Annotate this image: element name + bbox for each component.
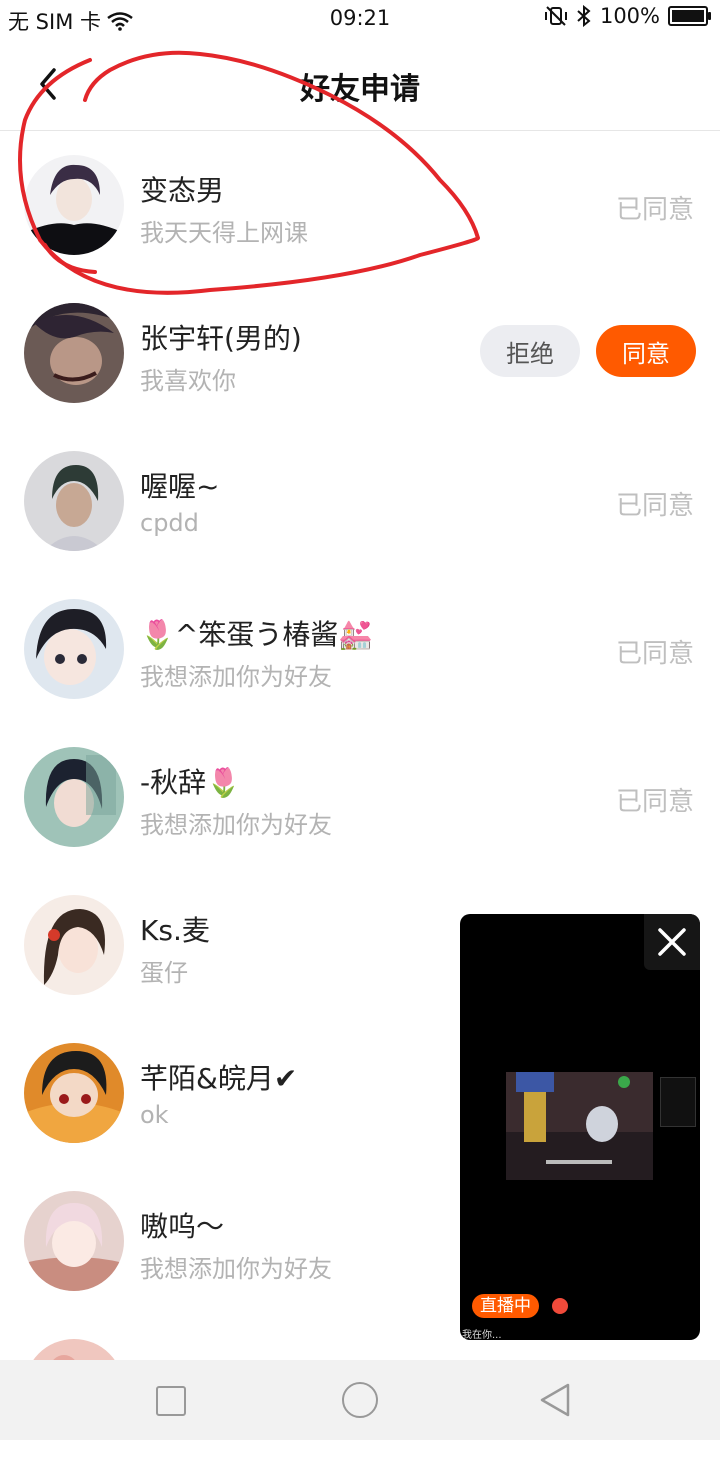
- page-title: 好友申请: [300, 72, 420, 107]
- status-agreed: 已同意: [615, 639, 694, 669]
- accept-button[interactable]: 同意: [596, 325, 696, 377]
- friend-name: 喔喔~: [140, 470, 220, 503]
- list-item[interactable]: 🌷^笨蛋う椿酱💒 我想添加你为好友 已同意: [0, 575, 720, 723]
- status-agreed: 已同意: [615, 491, 694, 521]
- status-agreed: 已同意: [615, 195, 694, 225]
- status-right: 100%: [544, 4, 711, 28]
- list-item[interactable]: 张宇轩(男的) 我喜欢你 拒绝 同意: [0, 279, 720, 427]
- request-message: 我想添加你为好友: [140, 1255, 332, 1283]
- list-item[interactable]: -秋辞🌷 我想添加你为好友 已同意: [0, 723, 720, 871]
- home-button[interactable]: [342, 1382, 378, 1418]
- live-video-thumbnail: [506, 1072, 653, 1180]
- avatar: [24, 1043, 124, 1143]
- avatar: [24, 155, 124, 255]
- friend-name: Ks.麦: [140, 914, 210, 947]
- close-icon[interactable]: [644, 914, 700, 970]
- avatar: [24, 451, 124, 551]
- request-message: ok: [140, 1101, 169, 1129]
- list-item[interactable]: 喔喔~ cpdd 已同意: [0, 427, 720, 575]
- list-item[interactable]: 变态男 我天天得上网课 已同意: [0, 131, 720, 279]
- vibrate-off-icon: [544, 6, 567, 26]
- bluetooth-icon: [577, 5, 591, 27]
- friend-name: 张宇轩(男的): [140, 322, 302, 355]
- live-badge: 直播中: [472, 1294, 539, 1318]
- avatar: [24, 747, 124, 847]
- header: 好友申请: [0, 40, 720, 131]
- battery-icon: [668, 6, 711, 26]
- avatar: [24, 895, 124, 995]
- request-message: 我想添加你为好友: [140, 663, 332, 691]
- live-indicator-dot: [552, 1298, 568, 1314]
- recents-button[interactable]: [156, 1386, 186, 1416]
- battery-percent: 100%: [599, 4, 660, 28]
- request-message: 蛋仔: [140, 959, 188, 987]
- friend-name: -秋辞🌷: [140, 766, 241, 799]
- side-thumbnail: [660, 1077, 696, 1127]
- friend-name: 变态男: [140, 174, 225, 207]
- request-message: 我天天得上网课: [140, 219, 308, 247]
- status-agreed: 已同意: [615, 787, 694, 817]
- request-message: 我喜欢你: [140, 367, 236, 395]
- avatar: [24, 1191, 124, 1291]
- reject-button[interactable]: 拒绝: [480, 325, 580, 377]
- friend-name: 芊陌&皖月✔: [140, 1062, 298, 1095]
- status-bar: 无 SIM 卡 09:21 100%: [0, 0, 720, 40]
- avatar: [24, 303, 124, 403]
- request-message: 我想添加你为好友: [140, 811, 332, 839]
- system-nav-bar: [0, 1360, 720, 1440]
- avatar: [24, 599, 124, 699]
- live-caption: 我在你...: [462, 1330, 502, 1340]
- back-triangle-icon[interactable]: [538, 1382, 572, 1418]
- friend-name: 嗷呜～: [140, 1210, 225, 1243]
- floating-live-window[interactable]: 直播中 我在你...: [460, 914, 700, 1340]
- request-message: cpdd: [140, 509, 199, 537]
- friend-name: 🌷^笨蛋う椿酱💒: [140, 618, 374, 651]
